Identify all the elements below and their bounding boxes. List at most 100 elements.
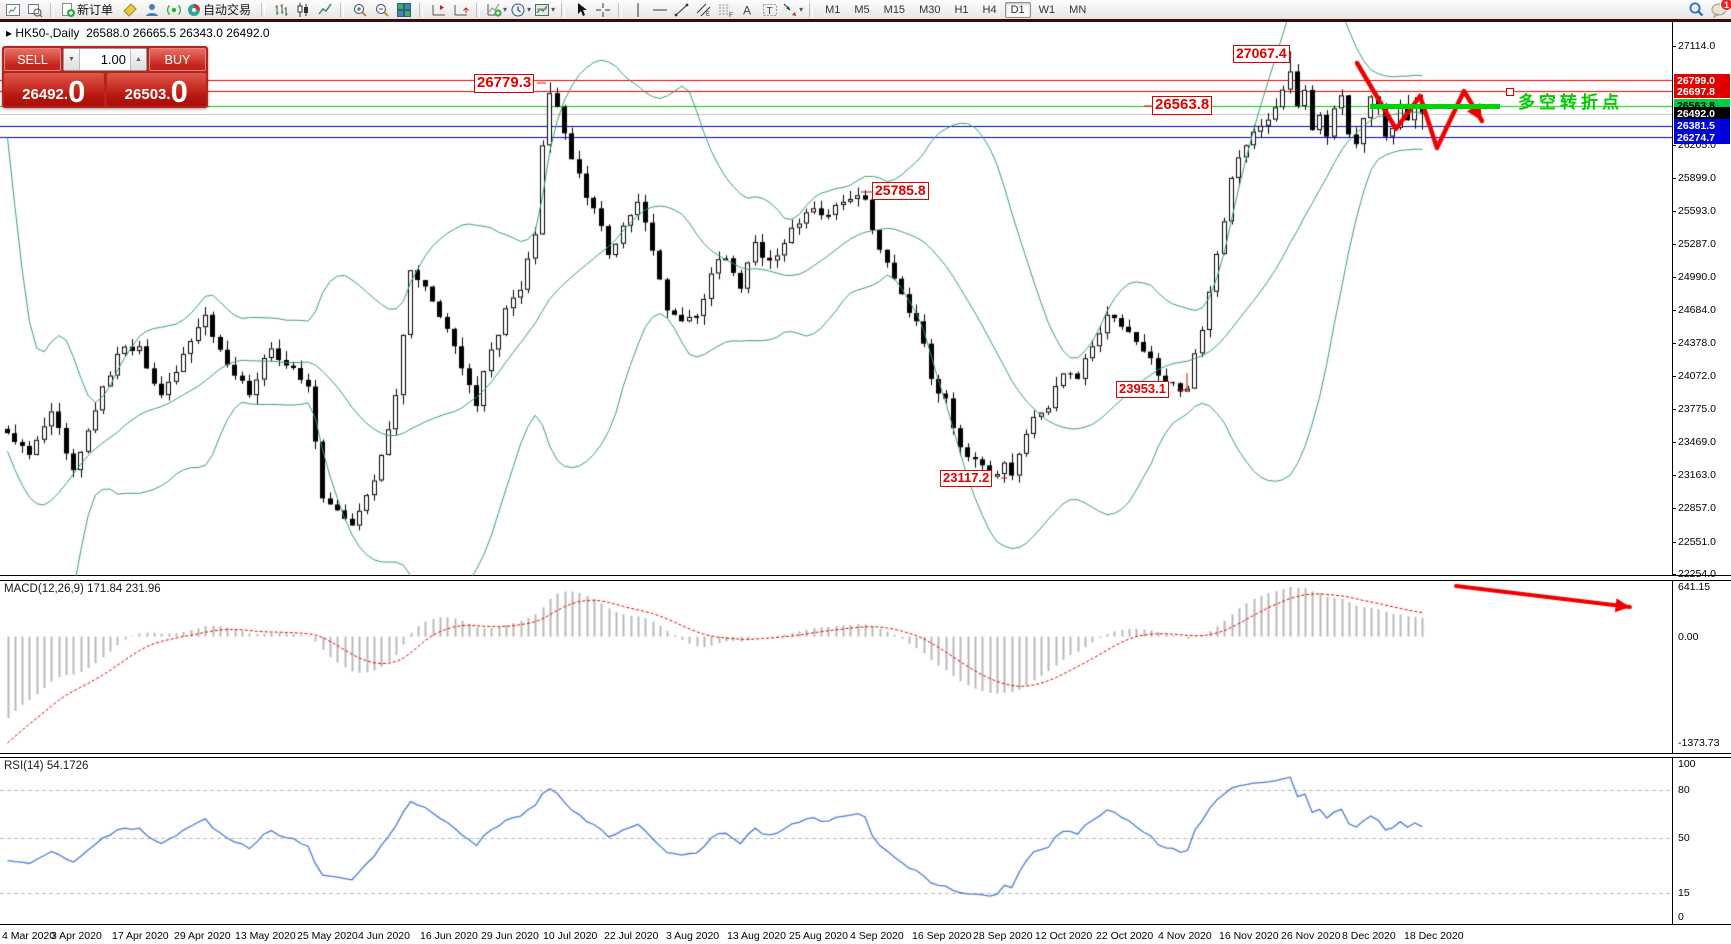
crosshair-icon	[595, 2, 611, 18]
cursor-tool-button[interactable]	[571, 1, 590, 18]
indicators-icon	[486, 2, 502, 18]
rsi-canvas[interactable]	[0, 758, 1672, 924]
chart-shift-button[interactable]	[429, 1, 448, 18]
vertical-line-tool[interactable]	[628, 1, 647, 18]
fibonacci-tool[interactable]: F	[716, 1, 735, 18]
new-order-button[interactable]: 新订单	[60, 1, 117, 18]
date-tick: 13 Aug 2020	[727, 930, 786, 942]
profiles-icon	[27, 2, 43, 18]
hline-anchor-handle[interactable]	[1506, 88, 1514, 96]
price-callout-label[interactable]: 27067.4	[1233, 45, 1290, 63]
timeframe-d1[interactable]: D1	[1005, 2, 1031, 18]
chart-ohlc-header: ▸ HK50-,Daily 26588.0 26665.5 26343.0 26…	[6, 26, 270, 40]
bar-chart-view-button[interactable]	[271, 1, 290, 18]
zoom-in-button[interactable]	[350, 1, 369, 18]
line-chart-view-button[interactable]	[315, 1, 334, 18]
sell-price-display[interactable]: 26492.0	[4, 73, 104, 106]
new-order-icon	[60, 2, 76, 18]
timeframe-m1[interactable]: M1	[819, 2, 846, 18]
rsi-axis-label: 80	[1678, 784, 1690, 796]
clock-icon	[510, 2, 526, 18]
horizontal-line-tool[interactable]	[650, 1, 669, 18]
templates-button[interactable]: ▾	[534, 1, 555, 18]
date-tick: 16 Sep 2020	[912, 930, 972, 942]
arrows-tool[interactable]: ▾	[782, 1, 803, 18]
timeframe-m30[interactable]: M30	[913, 2, 946, 18]
crosshair-tool-button[interactable]	[593, 1, 612, 18]
price-tick: 23775.0	[1678, 403, 1716, 415]
chart-profiles-button[interactable]	[25, 1, 44, 18]
price-tick: 22254.0	[1678, 568, 1716, 580]
price-tick-mark	[1672, 475, 1676, 476]
timeframe-m15[interactable]: M15	[878, 2, 911, 18]
sell-price-main: 26492.	[22, 86, 68, 106]
price-tick: 25899.0	[1678, 172, 1716, 184]
price-tick-mark	[1672, 310, 1676, 311]
date-tick: 22 Oct 2020	[1096, 930, 1153, 942]
timeframe-w1[interactable]: W1	[1033, 2, 1062, 18]
timeframe-mn[interactable]: MN	[1063, 2, 1092, 18]
price-callout-label[interactable]: 26779.3	[474, 74, 534, 93]
text-tool[interactable]: A	[738, 1, 757, 18]
timeframe-group: M1M5M15M30H1H4D1W1MN	[819, 2, 1092, 18]
turning-point-label[interactable]: 多空转折点	[1518, 88, 1623, 113]
date-tick: 29 Apr 2020	[174, 930, 231, 942]
date-tick: 16 Nov 2020	[1219, 930, 1279, 942]
search-icon	[1688, 1, 1705, 18]
chevron-down-icon: ▾	[527, 5, 531, 14]
indicators-button[interactable]: ▾	[486, 1, 507, 18]
toolbar-bottom-strip	[0, 19, 1731, 22]
periods-button[interactable]: ▾	[510, 1, 531, 18]
symbol-name: HK50-,Daily	[15, 26, 79, 40]
trendline-tool[interactable]	[672, 1, 691, 18]
timeframe-h1[interactable]: H1	[948, 2, 974, 18]
price-tick: 23163.0	[1678, 469, 1716, 481]
macd-values: 171.84 231.96	[87, 583, 161, 595]
chevron-down-icon: ▾	[551, 5, 555, 14]
price-callout-label[interactable]: 25785.8	[872, 182, 929, 200]
signals-button[interactable]	[164, 1, 183, 18]
notifications-button[interactable]: 1	[1709, 1, 1728, 18]
price-callout-label[interactable]: 23953.1	[1116, 381, 1169, 398]
date-axis[interactable]: 4 Mar 20203 Apr 202017 Apr 202029 Apr 20…	[0, 926, 1731, 944]
price-tick-mark	[1672, 442, 1676, 443]
toolbar-separator	[419, 3, 423, 17]
volume-input[interactable]	[80, 49, 130, 70]
candlestick-icon	[295, 2, 311, 18]
zoom-out-button[interactable]	[372, 1, 391, 18]
price-tick-mark	[1672, 277, 1676, 278]
timeframe-m5[interactable]: M5	[848, 2, 875, 18]
auto-scroll-button[interactable]	[451, 1, 470, 18]
new-chart-button[interactable]	[3, 1, 22, 18]
history-center-button[interactable]	[120, 1, 139, 18]
price-tick: 23469.0	[1678, 436, 1716, 448]
price-callout-label[interactable]: 23117.2	[940, 470, 992, 487]
price-axis-border	[1672, 758, 1673, 924]
buy-price-display[interactable]: 26503.0	[107, 73, 207, 106]
turning-point-level-bar[interactable]	[1370, 104, 1500, 109]
volume-decrease-button[interactable]: ▼	[64, 49, 80, 70]
volume-increase-button[interactable]: ▲	[130, 49, 146, 70]
price-tick-mark	[1672, 178, 1676, 179]
date-tick: 29 Jun 2020	[481, 930, 539, 942]
buy-button[interactable]: BUY	[149, 48, 206, 71]
date-tick: 3 Apr 2020	[51, 930, 102, 942]
date-tick: 4 Jun 2020	[358, 930, 410, 942]
vertical-line-icon	[631, 2, 645, 18]
chevron-down-icon: ▾	[503, 5, 507, 14]
tile-windows-button[interactable]	[394, 1, 413, 18]
date-tick: 10 Jul 2020	[543, 930, 597, 942]
toolbar-separator	[809, 3, 813, 17]
search-button[interactable]	[1687, 1, 1706, 18]
autotrade-button[interactable]: 自动交易	[186, 1, 255, 18]
candlestick-view-button[interactable]	[293, 1, 312, 18]
text-label-tool[interactable]: T	[760, 1, 779, 18]
equidistant-channel-tool[interactable]: E	[694, 1, 713, 18]
navigator-button[interactable]	[142, 1, 161, 18]
toolbar-separator	[561, 3, 565, 17]
macd-canvas[interactable]	[0, 581, 1672, 753]
price-callout-label[interactable]: 26563.8	[1152, 96, 1212, 115]
tile-windows-icon	[396, 2, 412, 18]
timeframe-h4[interactable]: H4	[977, 2, 1003, 18]
sell-button[interactable]: SELL	[4, 48, 61, 71]
